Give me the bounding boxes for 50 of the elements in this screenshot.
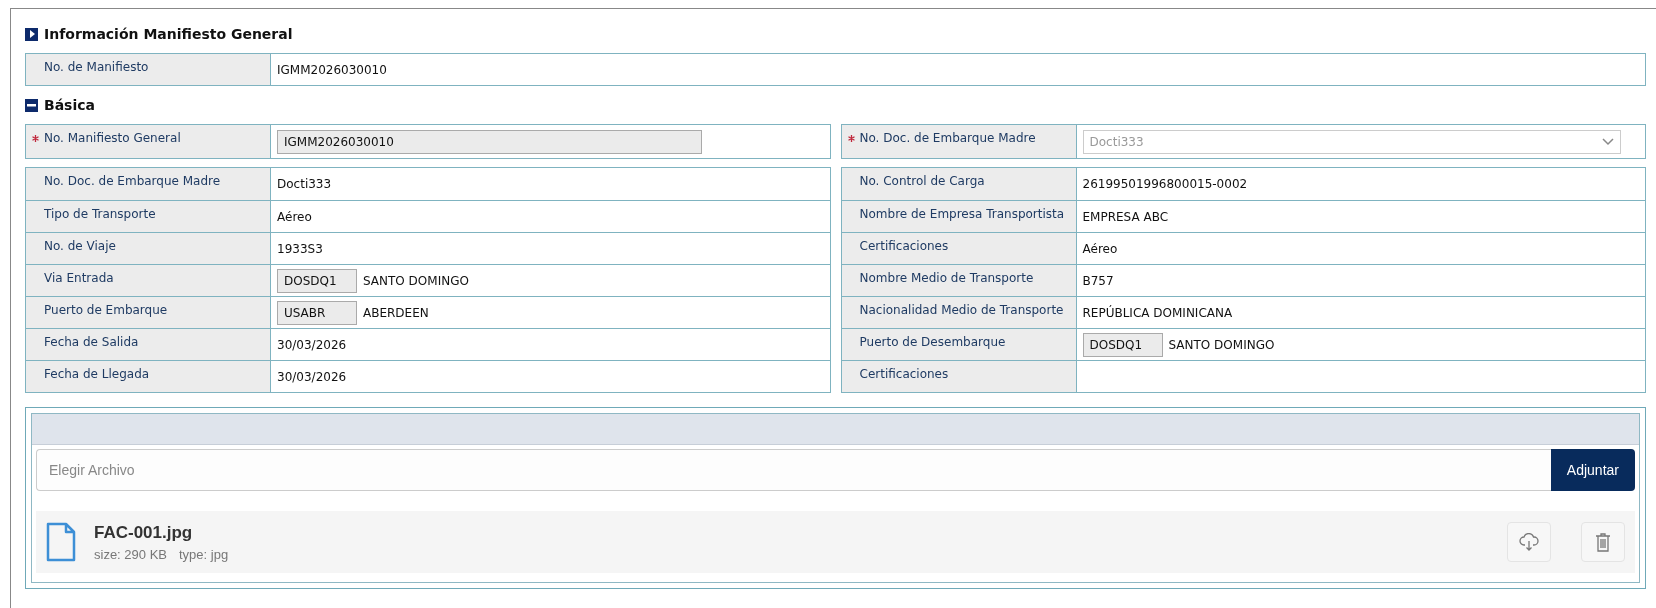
field-label: Nacionalidad Medio de Transporte [859, 303, 1064, 319]
file-type: type: jpg [179, 546, 229, 562]
delete-button[interactable] [1581, 522, 1625, 562]
field-value: REPÚBLICA DOMINICANA [1082, 305, 1233, 320]
field-label: No. Manifiesto General [44, 131, 181, 147]
field-value: Aéreo [277, 209, 312, 224]
field-label: Puerto de Embarque [44, 303, 168, 319]
field-value: EMPRESA ABC [1082, 209, 1169, 224]
field-label: No. de Viaje [44, 239, 116, 255]
chevron-down-icon [1602, 137, 1614, 146]
field-label: Fecha de Salida [44, 335, 139, 351]
field-label: Nombre Medio de Transporte [859, 271, 1034, 287]
field-value: 30/03/2026 [277, 369, 347, 384]
trash-icon [1595, 532, 1611, 552]
field-value: SANTO DOMINGO [1168, 337, 1275, 352]
field-label: No. Doc. de Embarque Madre [859, 131, 1036, 147]
field-label: Certificaciones [859, 239, 949, 255]
code-field: DOSDQ1 [1082, 332, 1163, 357]
field-label: Via Entrada [44, 271, 114, 287]
collapse-icon[interactable] [25, 98, 38, 112]
field-value: 30/03/2026 [277, 337, 347, 352]
field-label: Tipo de Transporte [44, 207, 156, 223]
field-value: B757 [1082, 273, 1114, 288]
field-value: 26199501996800015-0002 [1082, 177, 1248, 191]
expand-icon[interactable] [25, 27, 38, 41]
cloud-download-icon [1519, 533, 1539, 551]
field-value: IGMM2026030010 [277, 62, 387, 77]
field-label: No. Control de Carga [859, 174, 985, 190]
code-field: DOSDQ1 [277, 268, 357, 293]
field-value: Docti333 [277, 177, 332, 191]
field-label: Fecha de Llegada [44, 367, 150, 383]
download-button[interactable] [1507, 522, 1551, 562]
field-label: Nombre de Empresa Transportista [859, 207, 1065, 223]
field-value: Aéreo [1082, 241, 1118, 256]
field-value: ABERDEEN [363, 305, 429, 320]
field-value: SANTO DOMINGO [363, 273, 469, 288]
section-title: Básica [44, 97, 95, 113]
file-size: size: 290 KB [94, 546, 167, 562]
code-field: USABR [277, 300, 357, 325]
attach-button[interactable]: Adjuntar [1550, 449, 1635, 491]
section-title: Información Manifiesto General [44, 26, 293, 42]
file-name: FAC-001.jpg [94, 522, 194, 543]
field-label: No. de Manifiesto [44, 60, 149, 76]
field-label: Certificaciones [859, 367, 949, 383]
file-input[interactable]: Elegir Archivo [36, 449, 1551, 491]
field-value: 1933S3 [277, 241, 323, 256]
file-icon [46, 522, 76, 562]
readonly-field: IGMM2026030010 [277, 129, 702, 154]
field-label: No. Doc. de Embarque Madre [44, 174, 221, 190]
field-label: Puerto de Desembarque [859, 335, 1006, 351]
